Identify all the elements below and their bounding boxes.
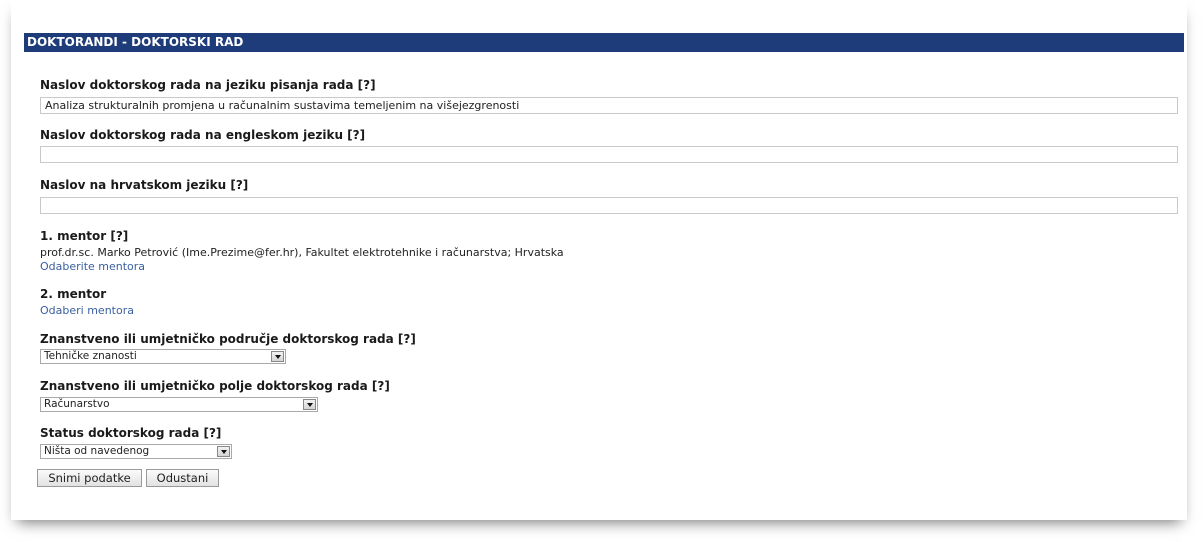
- chevron-down-icon[interactable]: [271, 351, 284, 362]
- mentor2-label: 2. mentor: [40, 287, 107, 301]
- status-select-value: Ništa od navedenog: [44, 445, 150, 457]
- choose-mentor1-link[interactable]: Odaberite mentora: [40, 260, 145, 273]
- mentor1-info: prof.dr.sc. Marko Petrović (Ime.Prezime@…: [40, 246, 564, 259]
- field-select-value: Računarstvo: [44, 398, 110, 410]
- title-original-label: Naslov doktorskog rada na jeziku pisanja…: [40, 78, 376, 92]
- status-select[interactable]: Ništa od navedenog: [40, 444, 232, 459]
- title-original-input[interactable]: Analiza strukturalnih promjena u računal…: [40, 97, 1178, 114]
- title-croatian-label: Naslov na hrvatskom jeziku [?]: [40, 178, 249, 192]
- field-select[interactable]: Računarstvo: [40, 397, 318, 412]
- area-select[interactable]: Tehničke znanosti: [40, 349, 286, 364]
- title-english-label: Naslov doktorskog rada na engleskom jezi…: [40, 128, 366, 142]
- field-label: Znanstveno ili umjetničko polje doktorsk…: [40, 379, 390, 393]
- title-english-input[interactable]: [40, 146, 1178, 163]
- section-header: DOKTORANDI - DOKTORSKI RAD: [24, 33, 1184, 52]
- save-button[interactable]: Snimi podatke: [37, 469, 142, 487]
- mentor1-label: 1. mentor [?]: [40, 229, 129, 243]
- status-label: Status doktorskog rada [?]: [40, 426, 222, 440]
- cancel-button[interactable]: Odustani: [146, 469, 219, 487]
- area-label: Znanstveno ili umjetničko područje dokto…: [40, 332, 416, 346]
- choose-mentor2-link[interactable]: Odaberi mentora: [40, 304, 134, 317]
- chevron-down-icon[interactable]: [217, 446, 230, 457]
- title-croatian-input[interactable]: [40, 197, 1178, 214]
- chevron-down-icon[interactable]: [303, 399, 316, 410]
- area-select-value: Tehničke znanosti: [44, 350, 137, 362]
